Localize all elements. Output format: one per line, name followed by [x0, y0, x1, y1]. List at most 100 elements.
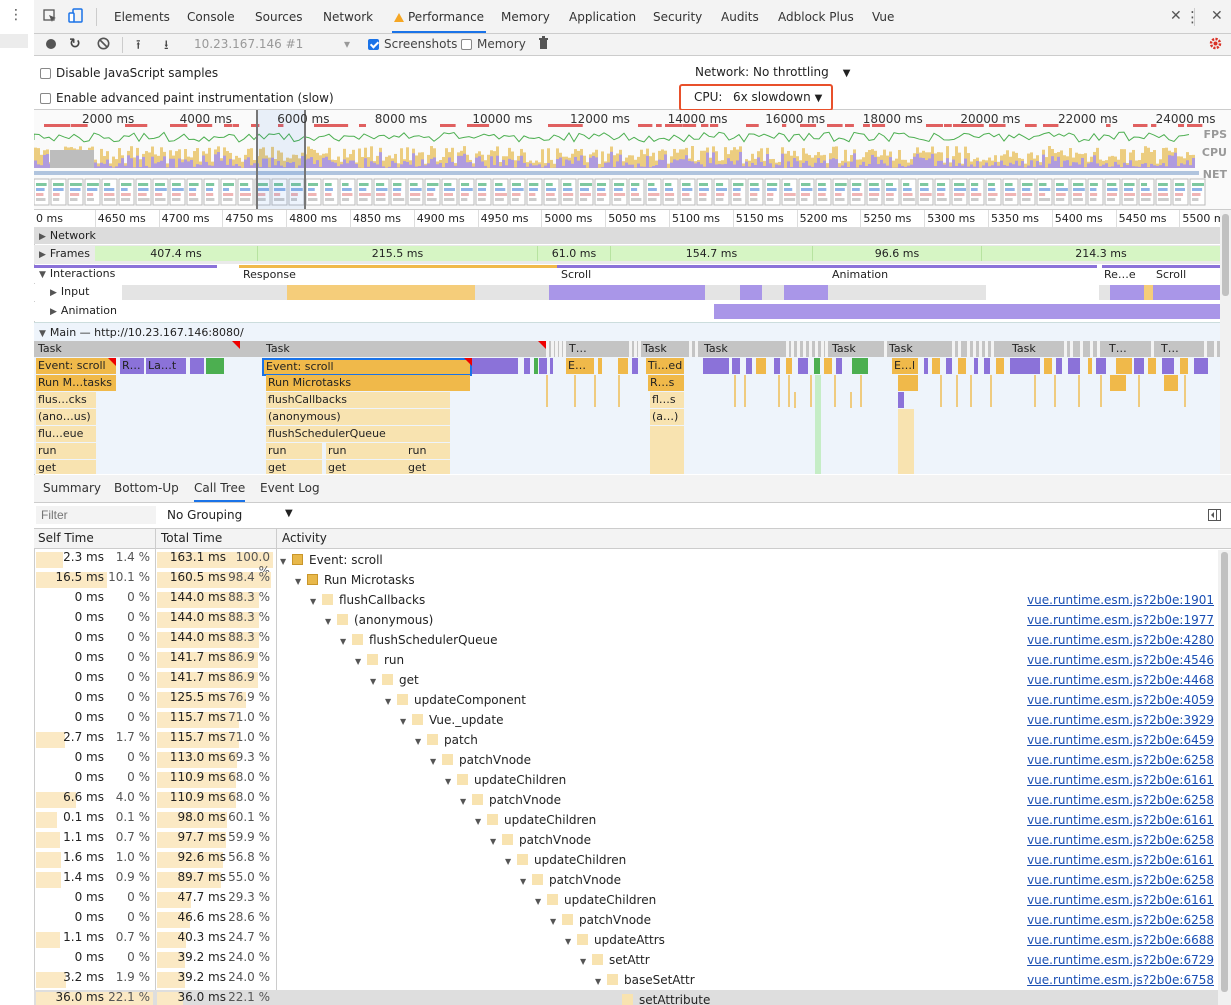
activity-cell[interactable]: setAttribute — [610, 990, 710, 1005]
screenshots-checkbox[interactable]: Screenshots — [368, 37, 457, 51]
source-link[interactable]: vue.runtime.esm.js?2b0e:6161 — [1027, 850, 1214, 870]
capture-settings-icon[interactable] — [1208, 36, 1223, 54]
source-link[interactable]: vue.runtime.esm.js?2b0e:6258 — [1027, 750, 1214, 770]
flame-bar[interactable]: Run M…tasks — [36, 375, 116, 391]
collapse-triangle-icon[interactable]: ▼ — [550, 912, 562, 932]
call-tree-row[interactable]: 0.1 ms 0.1 % 98.0 ms 60.1 % ▼ updateChildren v… — [34, 810, 1218, 830]
tab-elements[interactable]: Elements — [114, 0, 170, 33]
task-bar[interactable]: Task — [641, 341, 685, 357]
frame-bar[interactable]: 96.6 ms — [813, 246, 982, 261]
call-tree-row[interactable]: 0 ms 0 % 141.7 ms 86.9 % ▼ get vue.runtime.esm… — [34, 670, 1218, 690]
collapse-triangle-icon[interactable]: ▼ — [445, 772, 457, 792]
reload-icon[interactable]: ↻ — [69, 36, 81, 52]
flame-bar[interactable]: get — [36, 460, 96, 474]
call-tree-row[interactable]: 36.0 ms 22.1 % 36.0 ms 22.1 % setAttribute — [34, 990, 1218, 1005]
tab-adblock-plus[interactable]: Adblock Plus — [778, 0, 854, 33]
save-profile-icon[interactable]: ⭳ — [164, 36, 169, 58]
flame-bar[interactable]: run — [326, 443, 406, 459]
selected-event-scroll-bar[interactable]: Event: scroll — [262, 358, 472, 376]
frame-bar[interactable]: 154.7 ms — [611, 246, 813, 261]
source-link[interactable]: vue.runtime.esm.js?2b0e:1977 — [1027, 610, 1214, 630]
tab-application[interactable]: Application — [569, 0, 636, 33]
activity-cell[interactable]: ▼ Run Microtasks — [295, 570, 415, 590]
filter-input[interactable] — [36, 506, 156, 524]
collapse-triangle-icon[interactable]: ▼ — [430, 752, 442, 772]
call-tree-row[interactable]: 0 ms 0 % 144.0 ms 88.3 % ▼ flushCallbacks vue.… — [34, 590, 1218, 610]
collapse-triangle-icon[interactable]: ▼ — [370, 672, 382, 692]
source-link[interactable]: vue.runtime.esm.js?2b0e:6258 — [1027, 870, 1214, 890]
self-time-header[interactable]: Self Time — [38, 531, 94, 545]
flame-bar[interactable]: R… — [120, 358, 144, 374]
garbage-collect-icon[interactable] — [538, 36, 549, 52]
collapse-triangle-icon[interactable]: ▼ — [355, 652, 367, 672]
tab-sources[interactable]: Sources — [255, 0, 302, 33]
source-link[interactable]: vue.runtime.esm.js?2b0e:6688 — [1027, 930, 1214, 950]
profile-select[interactable]: 10.23.167.146 #1 ▾ — [194, 37, 354, 51]
flame-chart[interactable]: Task Task T… Task Task Task Task Task T…… — [34, 341, 1220, 474]
source-link[interactable]: vue.runtime.esm.js?2b0e:6758 — [1027, 970, 1214, 990]
source-link[interactable]: vue.runtime.esm.js?2b0e:1901 — [1027, 590, 1214, 610]
tab-audits[interactable]: Audits — [721, 0, 759, 33]
call-tree-scrollbar[interactable] — [1218, 550, 1231, 1005]
event-scroll-bar[interactable]: Event: scroll — [36, 358, 116, 374]
call-tree-row[interactable]: 0 ms 0 % 39.2 ms 24.0 % ▼ setAttr vue.runtime.… — [34, 950, 1218, 970]
activity-cell[interactable]: ▼ flushSchedulerQueue — [340, 630, 498, 650]
record-icon[interactable] — [45, 38, 57, 53]
main-thread-track[interactable]: ▼ Main — http://10.23.167.146:8080/ — [34, 322, 1220, 341]
flame-bar[interactable]: (anonymous) — [266, 409, 450, 425]
collapse-triangle-icon[interactable]: ▼ — [340, 632, 352, 652]
collapse-triangle-icon[interactable]: ▼ — [460, 792, 472, 812]
interactions-track[interactable]: ▼ Interactions Response Scroll Animation … — [34, 265, 1220, 283]
collapse-triangle-icon[interactable]: ▼ — [565, 932, 577, 952]
call-tree-row[interactable]: 2.7 ms 1.7 % 115.7 ms 71.0 % ▼ patch vue.runti… — [34, 730, 1218, 750]
activity-cell[interactable]: ▼ updateAttrs — [565, 930, 665, 950]
frames-track[interactable]: ▶ Frames 407.4 ms 215.5 ms 61.0 ms 154.7 … — [34, 245, 1221, 264]
activity-cell[interactable]: ▼ patchVnode — [520, 870, 621, 890]
collapse-triangle-icon[interactable]: ▼ — [415, 732, 427, 752]
call-tree-row[interactable]: 0 ms 0 % 141.7 ms 86.9 % ▼ run vue.runtime.esm… — [34, 650, 1218, 670]
input-track[interactable]: ▶ Input — [34, 284, 1220, 301]
frame-bar[interactable]: 407.4 ms — [95, 246, 258, 261]
collapse-triangle-icon[interactable]: ▼ — [520, 872, 532, 892]
collapse-triangle-icon[interactable]: ▼ — [535, 892, 547, 912]
device-toolbar-icon[interactable] — [68, 8, 84, 28]
call-tree-row[interactable]: 1.1 ms 0.7 % 40.3 ms 24.7 % ▼ updateAttrs vue.… — [34, 930, 1218, 950]
network-track[interactable]: ▶ Network — [34, 228, 1220, 244]
activity-header[interactable]: Activity — [282, 531, 327, 545]
call-tree-row[interactable]: 1.1 ms 0.7 % 97.7 ms 59.9 % ▼ patchVnode vue.r… — [34, 830, 1218, 850]
disable-js-samples-checkbox[interactable]: Disable JavaScript samples — [40, 66, 218, 80]
call-tree-row[interactable]: 0 ms 0 % 144.0 ms 88.3 % ▼ (anonymous) vue.run… — [34, 610, 1218, 630]
activity-cell[interactable]: ▼ (anonymous) — [325, 610, 433, 630]
task-bar[interactable]: T… — [567, 341, 627, 357]
tab-bottom-up[interactable]: Bottom-Up — [114, 475, 179, 502]
collapse-triangle-icon[interactable]: ▼ — [505, 852, 517, 872]
source-link[interactable]: vue.runtime.esm.js?2b0e:6258 — [1027, 910, 1214, 930]
source-link[interactable]: vue.runtime.esm.js?2b0e:4059 — [1027, 690, 1214, 710]
collapse-triangle-icon[interactable]: ▼ — [385, 692, 397, 712]
call-tree-row[interactable]: 1.4 ms 0.9 % 89.7 ms 55.0 % ▼ patchVnode vue.r… — [34, 870, 1218, 890]
flame-bar[interactable]: (ano…us) — [36, 409, 96, 425]
load-profile-icon[interactable]: ⭱ — [136, 36, 141, 58]
activity-cell[interactable]: ▼ setAttr — [580, 950, 650, 970]
call-tree-row[interactable]: 0 ms 0 % 125.5 ms 76.9 % ▼ updateComponent vue… — [34, 690, 1218, 710]
flame-bar[interactable]: run — [266, 443, 322, 459]
flame-bar[interactable]: fl…s — [650, 392, 684, 408]
activity-cell[interactable]: ▼ patch — [415, 730, 478, 750]
task-bar[interactable]: Task — [702, 341, 782, 357]
source-link[interactable]: vue.runtime.esm.js?2b0e:6161 — [1027, 770, 1214, 790]
activity-cell[interactable]: ▼ get — [370, 670, 419, 690]
advanced-paint-checkbox[interactable]: Enable advanced paint instrumentation (s… — [40, 91, 334, 105]
activity-cell[interactable]: ▼ updateChildren — [445, 770, 566, 790]
task-bar[interactable]: T… — [1107, 341, 1147, 357]
tab-network[interactable]: Network — [323, 0, 373, 33]
source-link[interactable]: vue.runtime.esm.js?2b0e:4546 — [1027, 650, 1214, 670]
source-link[interactable]: vue.runtime.esm.js?2b0e:6258 — [1027, 790, 1214, 810]
call-tree-row[interactable]: 16.5 ms 10.1 % 160.5 ms 98.4 % ▼ Run Microtas… — [34, 570, 1218, 590]
source-link[interactable]: vue.runtime.esm.js?2b0e:6729 — [1027, 950, 1214, 970]
flame-bar[interactable]: get — [406, 460, 450, 474]
network-throttle-select[interactable]: No throttling ▼ — [753, 65, 850, 79]
timeline-scrollbar[interactable] — [1220, 210, 1231, 474]
activity-cell[interactable]: ▼ patchVnode — [550, 910, 651, 930]
call-tree-row[interactable]: 1.6 ms 1.0 % 92.6 ms 56.8 % ▼ updateChildren v… — [34, 850, 1218, 870]
flame-bar[interactable]: get — [326, 460, 406, 474]
